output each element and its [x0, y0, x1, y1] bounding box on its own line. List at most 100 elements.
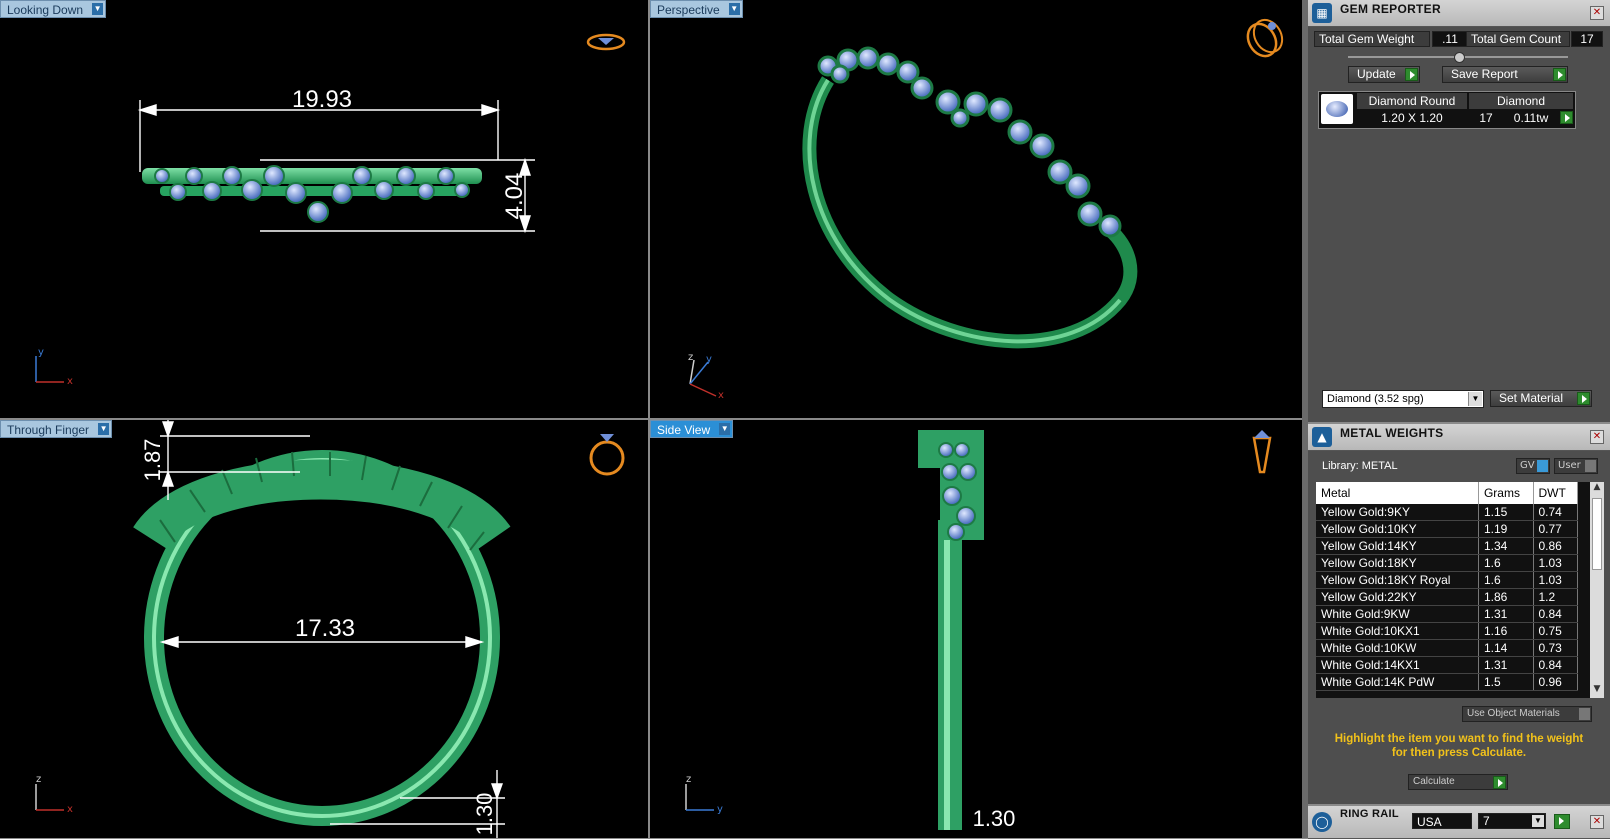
- viewport-perspective[interactable]: z y x Perspective ▼: [650, 0, 1302, 418]
- ring-country-select[interactable]: USA: [1412, 813, 1472, 829]
- ring-rail-icon: ◯: [1312, 812, 1332, 832]
- table-cell: 1.03: [1533, 571, 1578, 589]
- viewport-menu-through-finger[interactable]: Through Finger ▼: [0, 420, 113, 438]
- table-cell: 1.6: [1478, 571, 1534, 589]
- gem-type: Diamond: [1469, 93, 1573, 109]
- table-row[interactable]: White Gold:14K PdW 1.5 0.96: [1316, 673, 1578, 691]
- table-cell: Yellow Gold:18KY Royal: [1316, 571, 1479, 589]
- metal-weights-header: ▲ METAL WEIGHTS ✕: [1308, 424, 1610, 451]
- viewport-side-view[interactable]: 1.30 z y Side View ▼: [650, 420, 1302, 838]
- user-toggle[interactable]: User: [1554, 458, 1598, 474]
- table-cell: 1.19: [1478, 520, 1534, 538]
- close-icon[interactable]: ✕: [1590, 6, 1604, 20]
- gem-size: 1.20 X 1.20: [1381, 111, 1443, 125]
- table-cell: White Gold:10KW: [1316, 639, 1479, 657]
- dim-prong-height-label: 1.87: [140, 439, 165, 482]
- report-slider-handle[interactable]: [1454, 52, 1465, 63]
- table-cell: 0.86: [1533, 537, 1578, 555]
- metal-table-scrollbar[interactable]: ▲ ▼: [1590, 482, 1604, 698]
- scroll-up-icon[interactable]: ▲: [1590, 482, 1604, 496]
- svg-text:z: z: [688, 352, 693, 363]
- axis-triad-icon: z y x: [688, 352, 724, 401]
- metal-weights-panel: ▲ METAL WEIGHTS ✕ Library: METAL GV User…: [1308, 424, 1610, 804]
- axis-triad-icon: y x: [35, 347, 73, 387]
- ring-rail-panel: ◯ RING RAIL USA 7 ▼ ✕: [1308, 806, 1610, 839]
- column-header[interactable]: Grams: [1478, 482, 1534, 504]
- dim-side-label: 1.30: [973, 806, 1016, 831]
- chevron-down-icon[interactable]: ▼: [728, 3, 740, 15]
- material-select[interactable]: Diamond (3.52 spg) ▼: [1322, 390, 1484, 408]
- ring-rail-title: RING RAIL: [1340, 808, 1399, 820]
- table-cell: 0.84: [1533, 656, 1578, 674]
- total-gem-count-value: 17: [1571, 31, 1603, 47]
- table-cell: 1.34: [1478, 537, 1534, 555]
- chevron-down-icon[interactable]: ▼: [1532, 815, 1544, 827]
- ring-top-view: [142, 165, 482, 223]
- table-cell: Yellow Gold:9KY: [1316, 504, 1479, 521]
- table-row[interactable]: White Gold:10KX1 1.16 0.75: [1316, 622, 1578, 640]
- table-row[interactable]: White Gold:10KW 1.14 0.73: [1316, 639, 1578, 657]
- column-header[interactable]: DWT: [1533, 482, 1578, 504]
- gem-shape-icon: [1321, 94, 1353, 124]
- play-icon[interactable]: [1560, 111, 1573, 124]
- close-icon[interactable]: ✕: [1590, 430, 1604, 444]
- play-icon: [1577, 392, 1590, 405]
- svg-text:y: y: [717, 804, 723, 815]
- table-row[interactable]: Yellow Gold:14KY 1.34 0.86: [1316, 537, 1578, 555]
- metal-table-wrap[interactable]: Metal Grams DWT Yellow Gold:9KY 1.15 0.74 Yel…: [1316, 482, 1590, 698]
- table-row[interactable]: Yellow Gold:18KY Royal 1.6 1.03: [1316, 571, 1578, 589]
- table-cell: 0.84: [1533, 605, 1578, 623]
- gem-count: 17: [1479, 111, 1493, 125]
- table-cell: 1.16: [1478, 622, 1534, 640]
- library-label: Library: METAL: [1322, 460, 1398, 472]
- table-cell: White Gold:14KX1: [1316, 656, 1479, 674]
- chevron-down-icon[interactable]: ▼: [92, 3, 104, 15]
- table-cell: 1.31: [1478, 656, 1534, 674]
- gv-toggle[interactable]: GV: [1516, 458, 1550, 474]
- chevron-down-icon[interactable]: ▼: [98, 423, 110, 435]
- viewport-menu-looking-down[interactable]: Looking Down ▼: [0, 0, 107, 18]
- viewport-through-finger[interactable]: 1.87 17.33 1.30 z x Through Finger ▼: [0, 420, 648, 838]
- close-icon[interactable]: ✕: [1590, 815, 1604, 829]
- save-report-button[interactable]: Save Report: [1442, 66, 1568, 83]
- table-cell: 0.77: [1533, 520, 1578, 538]
- svg-text:x: x: [67, 804, 73, 815]
- column-header[interactable]: Metal: [1316, 482, 1479, 504]
- total-gem-weight-label: Total Gem Weight: [1314, 31, 1430, 47]
- table-cell: 1.14: [1478, 639, 1534, 657]
- chevron-down-icon[interactable]: ▼: [719, 423, 731, 435]
- scroll-thumb[interactable]: [1592, 498, 1602, 570]
- table-row[interactable]: White Gold:14KX1 1.31 0.84: [1316, 656, 1578, 674]
- total-gem-weight-value: .11: [1432, 31, 1468, 47]
- ring-size-select[interactable]: 7 ▼: [1478, 813, 1546, 829]
- use-object-materials-toggle[interactable]: Use Object Materials: [1462, 706, 1592, 722]
- view-cube-icon: [1246, 18, 1284, 58]
- table-row[interactable]: Yellow Gold:10KY 1.19 0.77: [1316, 520, 1578, 538]
- viewport-menu-side-view[interactable]: Side View ▼: [650, 420, 734, 438]
- dim-band-thickness-label: 1.30: [472, 793, 497, 836]
- ring-side-view: [918, 430, 984, 830]
- through-finger-canvas: 1.87 17.33 1.30 z x: [35, 420, 625, 838]
- set-material-button[interactable]: Set Material: [1490, 390, 1592, 407]
- table-row[interactable]: Yellow Gold:9KY 1.15 0.74: [1316, 504, 1578, 521]
- table-cell: 0.74: [1533, 504, 1578, 521]
- play-icon: [1553, 68, 1566, 81]
- metal-weights-table: Metal Grams DWT Yellow Gold:9KY 1.15 0.74 Yel…: [1316, 482, 1578, 691]
- table-row[interactable]: White Gold:9KW 1.31 0.84: [1316, 605, 1578, 623]
- side-view-canvas: 1.30 z y: [685, 430, 1272, 831]
- dim-height-label: 4.04: [501, 173, 528, 220]
- table-row[interactable]: Yellow Gold:18KY 1.6 1.03: [1316, 554, 1578, 572]
- viewport-looking-down[interactable]: 19.93 4.04 y x Looking Down ▼: [0, 0, 648, 418]
- update-button[interactable]: Update: [1348, 66, 1420, 83]
- gem-row[interactable]: Diamond Round Diamond 1.20 X 1.20 17 0.1…: [1318, 91, 1576, 129]
- view-cube-icon: [589, 434, 625, 476]
- chevron-down-icon[interactable]: ▼: [1468, 392, 1482, 406]
- scroll-down-icon[interactable]: ▼: [1590, 684, 1604, 698]
- table-cell: 1.2: [1533, 588, 1578, 606]
- dim-inner-diameter-label: 17.33: [295, 615, 355, 642]
- viewport-menu-perspective[interactable]: Perspective ▼: [650, 0, 743, 18]
- calculate-button[interactable]: Calculate: [1408, 774, 1508, 790]
- play-icon[interactable]: [1554, 814, 1570, 829]
- table-row[interactable]: Yellow Gold:22KY 1.86 1.2: [1316, 588, 1578, 606]
- gem-reporter-icon: ▦: [1312, 3, 1332, 23]
